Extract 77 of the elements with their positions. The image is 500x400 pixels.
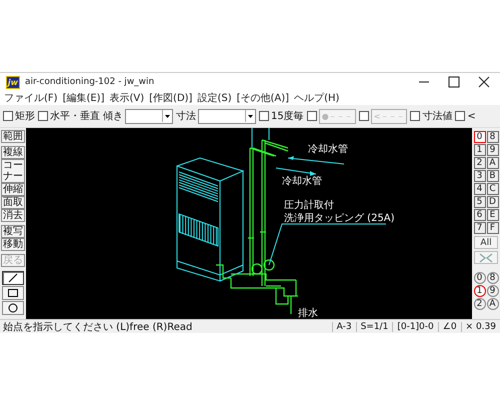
layer-group-button[interactable]: 1 — [474, 285, 486, 297]
circle-icon — [8, 304, 18, 312]
flow-arrow — [288, 156, 344, 164]
drawing-label: 冷却水管 — [282, 176, 322, 187]
menu-item[interactable]: [作図(D)] — [149, 91, 192, 105]
checkbox[interactable] — [3, 111, 13, 121]
drawing-label: 冷却水管 — [308, 144, 348, 155]
checkbox[interactable] — [38, 111, 48, 121]
layer-group-button[interactable]: 8 — [486, 272, 498, 284]
layer-group-button[interactable]: A — [486, 298, 498, 310]
layer-group-button[interactable]: 0 — [474, 272, 486, 284]
checkbox-label: 水平・垂直 — [50, 110, 100, 123]
menu-item[interactable]: [編集(E)] — [62, 91, 104, 105]
checkbox[interactable] — [410, 111, 420, 121]
drawing-label: 洗浄用タッピング (25A) — [284, 213, 395, 224]
layer-button[interactable]: 1 — [474, 144, 486, 156]
layer-button[interactable]: 6 — [474, 209, 486, 221]
menu-item[interactable]: 設定(S) — [197, 91, 232, 105]
layer-button[interactable]: 3 — [474, 170, 486, 182]
layer-button[interactable]: 0 — [474, 131, 486, 143]
checkbox-label: 寸法値 — [422, 110, 452, 123]
layer-button[interactable]: 9 — [486, 144, 498, 156]
tool-button[interactable]: コーナー — [1, 159, 25, 183]
status-cell: A-3 — [332, 322, 356, 332]
layer-button[interactable]: 7 — [474, 222, 486, 234]
dropdown-arrow-icon[interactable] — [162, 110, 172, 122]
checkbox[interactable] — [259, 111, 269, 121]
cross-arrows-icon — [479, 252, 493, 262]
line-icon — [8, 274, 18, 282]
pipe-riser-line — [252, 128, 270, 148]
layer-button[interactable]: C — [486, 183, 498, 195]
all-layers-button[interactable]: All — [474, 236, 498, 249]
tool-button[interactable]: 伸縮 — [1, 183, 25, 196]
status-cell: S=1/1 — [356, 322, 392, 332]
window-title: air-conditioning-102 - jw_win — [25, 77, 156, 87]
field-label: 傾き — [103, 110, 123, 123]
checkbox-label: < — [467, 110, 476, 122]
layer-group-button[interactable]: 9 — [486, 285, 498, 297]
layer-button[interactable]: 4 — [474, 183, 486, 195]
checkbox-label: 矩形 — [15, 110, 35, 123]
status-cell: [0-1]0-0 — [392, 322, 438, 332]
tool-button[interactable]: 複線 — [1, 146, 25, 159]
drawing-label: 排水 — [298, 308, 318, 319]
field-label: 寸法 — [176, 110, 196, 123]
layer-button[interactable]: 8 — [486, 131, 498, 143]
line-tool-button[interactable] — [2, 271, 24, 285]
checkbox[interactable] — [455, 111, 466, 121]
checkbox-label: 15度毎 — [271, 110, 304, 123]
dropdown-field[interactable] — [198, 108, 256, 124]
layer-group-button[interactable]: 2 — [474, 298, 486, 310]
layer-button[interactable]: B — [486, 170, 498, 182]
tool-button[interactable]: 範囲 — [1, 130, 25, 143]
dropdown-arrow-icon[interactable] — [245, 110, 255, 122]
circle-tool-button[interactable] — [2, 301, 24, 315]
layer-button[interactable]: 2 — [474, 157, 486, 169]
layer-button[interactable]: E — [486, 209, 498, 221]
layer-button[interactable]: 5 — [474, 196, 486, 208]
tool-button[interactable]: 複写 — [1, 225, 25, 238]
flow-arrow — [276, 168, 316, 176]
menu-item[interactable]: ファイル(F) — [4, 91, 58, 105]
drawing-label: 圧力計取付 — [284, 200, 334, 211]
tool-button[interactable]: 面取 — [1, 196, 25, 209]
menu-item[interactable]: 表示(V) — [110, 91, 144, 105]
menu-item[interactable]: ヘルプ(H) — [294, 91, 340, 105]
layer-button[interactable]: D — [486, 196, 498, 208]
dropdown-field[interactable] — [125, 108, 173, 124]
status-message: 始点を指示してください (L)free (R)Read — [2, 320, 194, 334]
status-cell: ∠0 — [438, 322, 461, 332]
app-icon: jw — [6, 76, 20, 88]
menu-item[interactable]: [その他(A)] — [236, 91, 290, 105]
layer-button[interactable]: A — [486, 157, 498, 169]
tool-button[interactable]: 消去 — [1, 209, 25, 222]
rectangle-tool-button[interactable] — [2, 286, 24, 300]
status-cell: × 0.39 — [460, 322, 500, 332]
tool-button[interactable]: 移動 — [1, 238, 25, 251]
rectangle-icon — [8, 289, 18, 297]
layer-button[interactable]: F — [486, 222, 498, 234]
